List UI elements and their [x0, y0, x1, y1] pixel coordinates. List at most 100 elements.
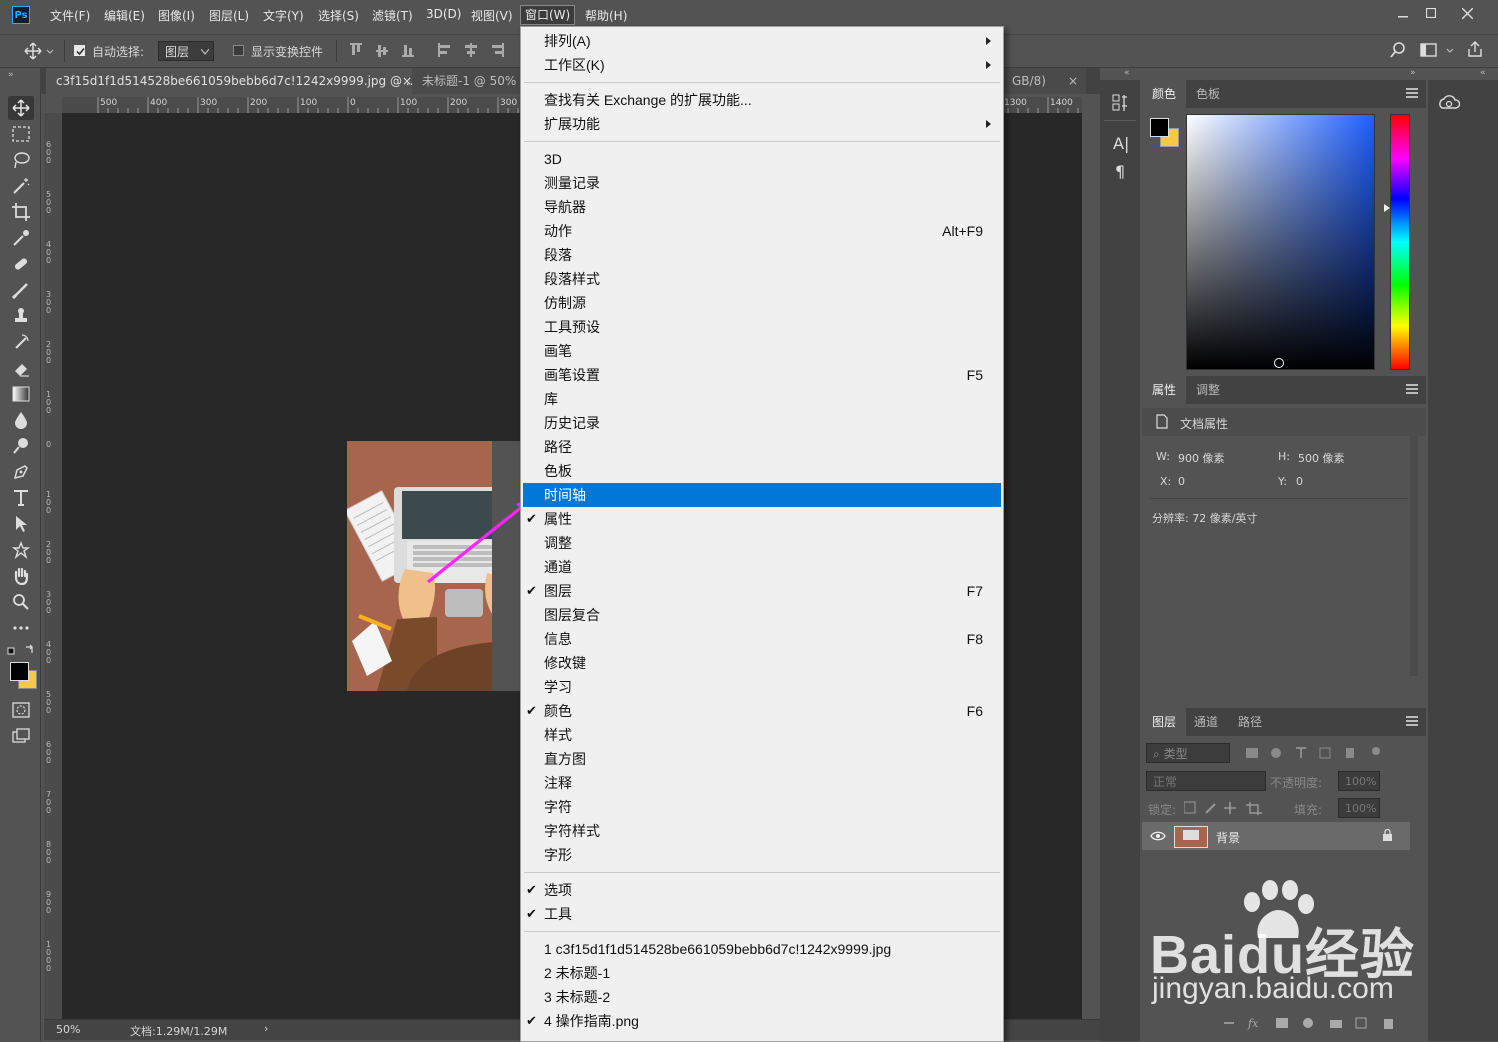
y-value[interactable]: 0 — [1296, 475, 1303, 488]
window-menu-item[interactable]: 图层复合 — [523, 603, 1001, 627]
menu-file[interactable]: 文件(F) — [50, 7, 90, 24]
eyedropper-tool[interactable] — [8, 226, 34, 250]
opacity-input[interactable]: 100% — [1338, 771, 1380, 791]
history-panel-button[interactable] — [1112, 94, 1128, 112]
window-menu-item[interactable]: 测量记录 — [523, 171, 1001, 195]
window-menu-item[interactable]: 路径 — [523, 435, 1001, 459]
panel-menu-icon[interactable] — [1406, 716, 1418, 726]
window-menu-item[interactable]: 色板 — [523, 459, 1001, 483]
window-menu-item[interactable]: ✔ 工具 — [523, 902, 1001, 926]
layer-filter-dropdown[interactable]: ⌕ 类型 — [1146, 743, 1230, 763]
window-menu-item[interactable]: 字符 — [523, 795, 1001, 819]
status-menu-arrow-icon[interactable]: › — [264, 1022, 268, 1035]
color-picker-cursor[interactable] — [1274, 358, 1284, 368]
hue-slider-handle[interactable] — [1384, 204, 1390, 212]
zoom-level[interactable]: 50% — [56, 1023, 80, 1036]
fg-bg-color[interactable] — [1150, 118, 1186, 154]
menu-3d[interactable]: 3D(D) — [426, 7, 461, 21]
window-menu-item[interactable]: ✔ 4 操作指南.png — [523, 1009, 1001, 1033]
foreground-color-swatch[interactable] — [1150, 118, 1169, 137]
window-menu-item[interactable]: 工作区(K) — [523, 53, 1001, 77]
window-menu-item[interactable]: ✔ 图层 F7 — [523, 579, 1001, 603]
x-value[interactable]: 0 — [1178, 475, 1185, 488]
window-menu-item[interactable]: 画笔 — [523, 339, 1001, 363]
doc-tab-3[interactable]: GB/8) × — [1002, 68, 1086, 94]
path-selection-tool[interactable] — [8, 512, 34, 536]
color-swatches[interactable] — [10, 662, 37, 689]
quick-mask-button[interactable] — [8, 698, 34, 722]
libraries-button[interactable] — [1438, 94, 1460, 112]
window-menu-item[interactable]: 注释 — [523, 771, 1001, 795]
menu-window[interactable]: 窗口(W) — [520, 5, 576, 25]
tab-layers[interactable]: 图层 — [1142, 708, 1187, 736]
collapse-toolbar-icon[interactable]: » — [8, 70, 14, 80]
menu-select[interactable]: 选择(S) — [318, 7, 359, 24]
doc-tab-1[interactable]: c3f15d1f1d514528be661059bebb6d7c!1242x99… — [46, 68, 420, 94]
window-menu-item[interactable]: 通道 — [523, 555, 1001, 579]
tab-properties[interactable]: 属性 — [1142, 376, 1187, 404]
layer-row[interactable]: 背景 — [1142, 822, 1410, 850]
close-tab-icon[interactable]: × — [402, 68, 412, 94]
window-menu-item[interactable]: 字形 — [523, 843, 1001, 867]
blend-mode-dropdown[interactable]: 正常 — [1146, 771, 1266, 791]
window-menu-item[interactable]: 动作 Alt+F9 — [523, 219, 1001, 243]
tab-paths[interactable]: 路径 — [1228, 708, 1272, 736]
window-menu-item[interactable]: 修改键 — [523, 651, 1001, 675]
eraser-tool[interactable] — [8, 356, 34, 380]
window-menu-item[interactable]: 1 c3f15d1f1d514528be661059bebb6d7c!1242x… — [523, 937, 1001, 961]
window-menu-item[interactable]: 导航器 — [523, 195, 1001, 219]
expand-panels-icon[interactable]: » — [1410, 68, 1416, 78]
menu-edit[interactable]: 编辑(E) — [104, 7, 145, 24]
magic-wand-tool[interactable] — [8, 174, 34, 198]
more-tools[interactable] — [8, 616, 34, 640]
hand-tool[interactable] — [8, 564, 34, 588]
window-menu-item[interactable]: 库 — [523, 387, 1001, 411]
fill-input[interactable]: 100% — [1338, 798, 1380, 818]
default-colors-icon[interactable] — [6, 644, 36, 658]
share-button[interactable] — [1467, 41, 1483, 57]
close-button[interactable] — [1450, 2, 1484, 24]
window-menu-item[interactable]: 3 未标题-2 — [523, 985, 1001, 1009]
window-menu-item[interactable]: 段落 — [523, 243, 1001, 267]
clone-stamp-tool[interactable] — [8, 304, 34, 328]
window-menu-item[interactable]: 调整 — [523, 531, 1001, 555]
panel-menu-icon[interactable] — [1406, 384, 1418, 394]
character-panel-icon[interactable]: A| — [1113, 134, 1129, 153]
width-value[interactable]: 900 像素 — [1178, 450, 1225, 466]
healing-brush-tool[interactable] — [8, 252, 34, 276]
move-tool[interactable] — [8, 96, 34, 120]
window-menu-item[interactable]: 字符样式 — [523, 819, 1001, 843]
move-tool-preset[interactable] — [24, 42, 54, 60]
window-menu-item[interactable]: 3D — [523, 147, 1001, 171]
window-menu-item[interactable]: 画笔设置 F5 — [523, 363, 1001, 387]
window-menu-item[interactable]: 样式 — [523, 723, 1001, 747]
dodge-tool[interactable] — [8, 434, 34, 458]
window-menu-item[interactable]: 工具预设 — [523, 315, 1001, 339]
shape-tool[interactable] — [8, 538, 34, 562]
tab-color[interactable]: 颜色 — [1142, 80, 1187, 108]
search-button[interactable] — [1390, 42, 1406, 58]
crop-tool[interactable] — [8, 200, 34, 224]
height-value[interactable]: 500 像素 — [1298, 450, 1345, 466]
history-brush-tool[interactable] — [8, 330, 34, 354]
layer-action-icons[interactable]: fx — [1222, 1016, 1400, 1030]
menu-filter[interactable]: 滤镜(T) — [372, 7, 413, 24]
close-tab-icon[interactable]: × — [1068, 68, 1078, 94]
window-menu-item[interactable]: 排列(A) — [523, 29, 1001, 53]
collapse-panels-icon[interactable]: « — [1124, 68, 1130, 78]
window-menu-item[interactable]: 查找有关 Exchange 的扩展功能... — [523, 88, 1001, 112]
gradient-tool[interactable] — [8, 382, 34, 406]
menu-view[interactable]: 视图(V) — [471, 7, 513, 24]
align-buttons[interactable] — [350, 43, 510, 59]
marquee-tool[interactable] — [8, 122, 34, 146]
eye-icon[interactable] — [1150, 830, 1166, 842]
screen-mode-button[interactable] — [8, 724, 34, 748]
blur-tool[interactable] — [8, 408, 34, 432]
foreground-color-swatch[interactable] — [10, 662, 29, 681]
auto-select-dropdown[interactable]: 图层 — [158, 41, 214, 61]
maximize-button[interactable] — [1414, 2, 1448, 24]
hue-slider[interactable] — [1390, 114, 1410, 370]
transform-controls-checkbox[interactable] — [233, 45, 244, 56]
menu-type[interactable]: 文字(Y) — [263, 7, 304, 24]
auto-select-checkbox[interactable] — [74, 45, 85, 56]
